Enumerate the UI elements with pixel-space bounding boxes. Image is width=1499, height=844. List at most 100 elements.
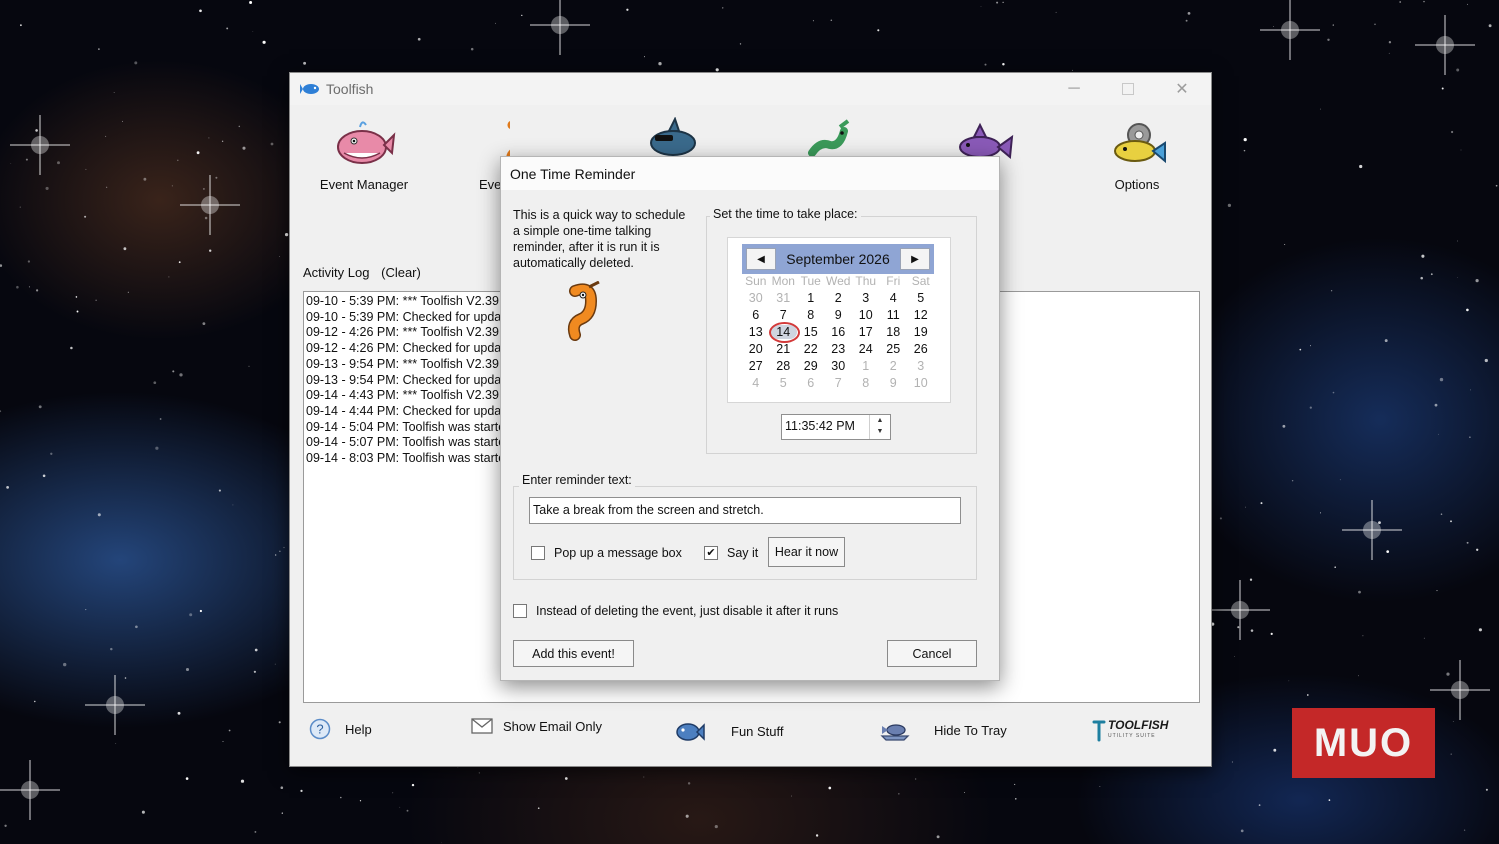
hide-to-tray-button[interactable]: Hide To Tray [880, 718, 1007, 742]
maximize-button[interactable] [1101, 73, 1155, 105]
activity-log-header: Activity Log (Clear) [303, 265, 421, 280]
calendar-day[interactable]: 20 [742, 342, 770, 356]
calendar-day[interactable]: 4 [880, 291, 908, 305]
calendar-day[interactable]: 1 [797, 291, 825, 305]
calendar-day[interactable]: 28 [770, 359, 798, 373]
show-email-only-button[interactable]: Show Email Only [471, 718, 602, 734]
calendar-day[interactable]: 7 [825, 376, 853, 390]
weekday-header: Sat [911, 274, 930, 288]
popup-checkbox-box[interactable] [531, 546, 545, 560]
hide-to-tray-label: Hide To Tray [934, 722, 1007, 738]
weekday-header: Sun [745, 274, 767, 288]
title-bar[interactable]: Toolfish ─ ✕ [290, 73, 1211, 105]
toolfish-logo: TOOLFISH UTILITY SUITE [1092, 719, 1168, 743]
calendar-day[interactable]: 8 [852, 376, 880, 390]
one-time-reminder-dialog: One Time Reminder This is a quick way to… [500, 156, 1000, 681]
calendar-day[interactable]: 27 [742, 359, 770, 373]
weekday-header: Wed [826, 274, 851, 288]
calendar-day[interactable]: 13 [742, 325, 770, 339]
calendar-next-month-button[interactable]: ▶ [900, 248, 930, 270]
calendar-day[interactable]: 3 [852, 291, 880, 305]
popup-checkbox-label: Pop up a message box [554, 546, 682, 560]
month-calendar[interactable]: ◀ September 2026 ▶ Sun Mon Tue Wed Thu Fri Sat… [727, 237, 951, 403]
activity-log-lines: 09-10 - 5:39 PM: *** Toolfish V2.39 S 09-… [306, 294, 500, 467]
time-spinner[interactable]: ▲ ▼ [869, 415, 890, 439]
time-picker[interactable]: ▲ ▼ [781, 414, 891, 440]
calendar-day[interactable]: 5 [907, 291, 935, 305]
calendar-day[interactable]: 19 [907, 325, 935, 339]
hear-it-now-button[interactable]: Hear it now [768, 537, 845, 567]
log-line: 09-14 - 5:04 PM: Toolfish was starte [306, 419, 500, 434]
disable-instead-checkbox[interactable]: Instead of deleting the event, just disa… [513, 604, 838, 618]
toolbar-event-manager[interactable]: Event Manager [294, 117, 434, 192]
activity-log-title: Activity Log [303, 265, 370, 280]
calendar-day[interactable]: 9 [880, 376, 908, 390]
popup-message-checkbox[interactable]: Pop up a message box [531, 546, 682, 560]
log-line: 09-12 - 4:26 PM: *** Toolfish V2.39 S [306, 325, 500, 340]
cancel-button[interactable]: Cancel [887, 640, 977, 667]
calendar-day[interactable]: 23 [825, 342, 853, 356]
calendar-day[interactable]: 30 [742, 291, 770, 305]
minimize-button[interactable]: ─ [1047, 73, 1101, 105]
reminder-text-input[interactable] [530, 498, 953, 522]
show-email-label: Show Email Only [503, 718, 602, 734]
calendar-day[interactable]: 9 [825, 308, 853, 322]
calendar-day[interactable]: 15 [797, 325, 825, 339]
calendar-day[interactable]: 10 [852, 308, 880, 322]
calendar-day[interactable]: 10 [907, 376, 935, 390]
svg-text:?: ? [316, 722, 323, 737]
calendar-day[interactable]: 2 [825, 291, 853, 305]
dialog-title-bar[interactable]: One Time Reminder [501, 157, 999, 190]
say-it-checkbox[interactable]: ✔ Say it [704, 546, 758, 560]
calendar-day[interactable]: 12 [907, 308, 935, 322]
cancel-label: Cancel [912, 646, 952, 661]
close-button[interactable]: ✕ [1155, 73, 1209, 105]
calendar-day[interactable]: 22 [797, 342, 825, 356]
logo-subtitle: UTILITY SUITE [1108, 733, 1156, 739]
say-it-checkbox-box[interactable]: ✔ [704, 546, 718, 560]
calendar-day[interactable]: 30 [825, 359, 853, 373]
log-line: 09-14 - 5:07 PM: Toolfish was starte [306, 435, 500, 450]
time-group-label: Set the time to take place: [710, 207, 861, 221]
calendar-day[interactable]: 21 [770, 342, 798, 356]
disable-checkbox-box[interactable] [513, 604, 527, 618]
help-button[interactable]: ? Help [309, 718, 372, 740]
fun-stuff-button[interactable]: Fun Stuff [673, 718, 784, 744]
time-input[interactable] [782, 415, 867, 437]
calendar-day[interactable]: 8 [797, 308, 825, 322]
weekday-header: Fri [886, 274, 901, 288]
calendar-day[interactable]: 1 [852, 359, 880, 373]
spin-down-icon[interactable]: ▼ [870, 426, 890, 437]
log-line: 09-10 - 5:39 PM: *** Toolfish V2.39 S [306, 294, 500, 308]
calendar-day[interactable]: 18 [880, 325, 908, 339]
calendar-day[interactable]: 4 [742, 376, 770, 390]
say-it-label: Say it [727, 546, 759, 560]
calendar-day[interactable]: 7 [770, 308, 798, 322]
calendar-day[interactable]: 11 [880, 308, 908, 322]
calendar-day[interactable]: 24 [852, 342, 880, 356]
calendar-day[interactable]: 6 [742, 308, 770, 322]
log-line: 09-14 - 8:03 PM: Toolfish was starte [306, 451, 500, 466]
add-event-button[interactable]: Add this event! [513, 640, 634, 667]
calendar-day[interactable]: 2 [880, 359, 908, 373]
watermark-text: MUO [1313, 720, 1414, 765]
calendar-day[interactable]: 5 [770, 376, 798, 390]
toolbar-options[interactable]: Options [1067, 117, 1207, 192]
calendar-day[interactable]: 17 [852, 325, 880, 339]
calendar-day[interactable]: 14 [768, 322, 799, 343]
clear-log-link[interactable]: (Clear) [381, 265, 421, 280]
calendar-day[interactable]: 29 [797, 359, 825, 373]
fun-stuff-label: Fun Stuff [731, 723, 784, 739]
calendar-day[interactable]: 16 [825, 325, 853, 339]
calendar-day[interactable]: 26 [907, 342, 935, 356]
calendar-day[interactable]: 31 [770, 291, 798, 305]
reminder-text-field[interactable] [529, 497, 961, 524]
minimize-icon: ─ [1068, 80, 1080, 97]
log-line: 09-14 - 4:43 PM: *** Toolfish V2.39 S [306, 388, 500, 403]
spin-up-icon[interactable]: ▲ [870, 415, 890, 426]
calendar-header: ◀ September 2026 ▶ [742, 244, 934, 274]
calendar-day[interactable]: 3 [907, 359, 935, 373]
calendar-day[interactable]: 6 [797, 376, 825, 390]
log-line: 09-14 - 4:44 PM: Checked for updat [306, 403, 500, 418]
calendar-day[interactable]: 25 [880, 342, 908, 356]
